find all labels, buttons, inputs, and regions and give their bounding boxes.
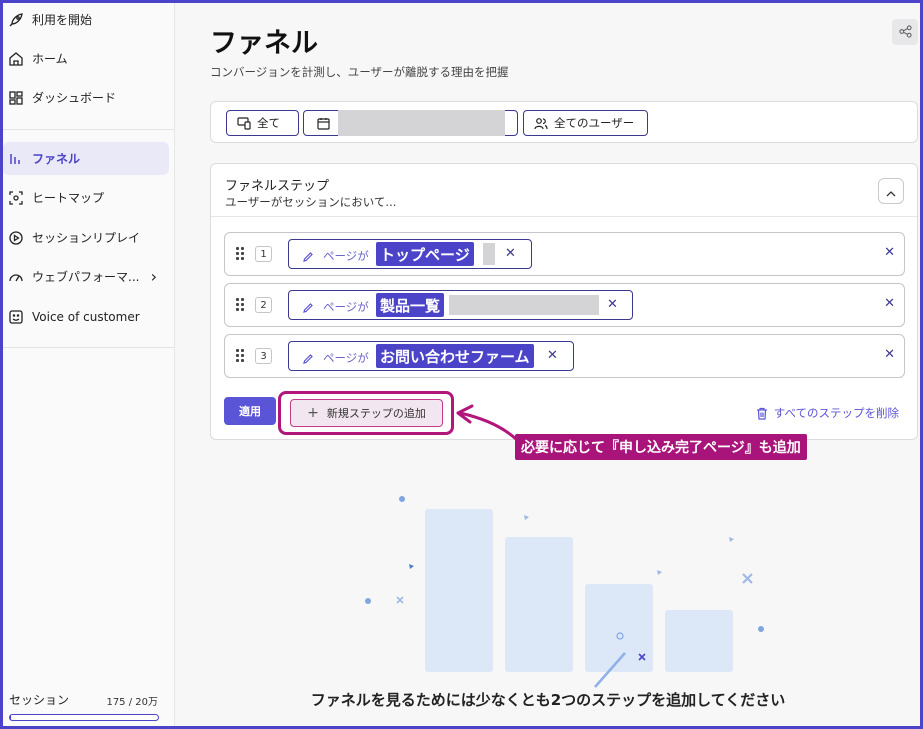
sidebar-item-label: ヒートマップ xyxy=(32,191,105,205)
rocket-icon xyxy=(7,11,25,29)
dashboard-icon xyxy=(7,89,25,107)
sidebar-item-label: ダッシュボード xyxy=(32,91,117,105)
sidebar-divider xyxy=(3,129,174,130)
sidebar-item-get-started[interactable]: 利用を開始 xyxy=(3,3,169,36)
sidebar-item-web-performance[interactable]: ウェブパフォーマ... › xyxy=(3,260,169,293)
gauge-icon xyxy=(7,268,25,286)
sidebar-item-home[interactable]: ホーム xyxy=(3,42,169,75)
sidebar-item-label: セッションリプレイ xyxy=(32,231,141,245)
main-content: ファネル コンバージョンを計測し、ユーザーが離脱する理由を把握 全て 全てのユー… xyxy=(176,3,920,726)
heatmap-icon xyxy=(7,189,25,207)
session-label: セッション xyxy=(9,693,70,707)
home-icon xyxy=(7,50,25,68)
sidebar-item-voice-of-customer[interactable]: Voice of customer xyxy=(3,300,169,333)
session-progress-fill xyxy=(10,715,12,720)
sidebar-item-session-replay[interactable]: セッションリプレイ xyxy=(3,221,169,254)
sidebar: 利用を開始 ホーム ダッシュボード ファネル ヒートマップ セッションリプレイ … xyxy=(3,3,175,726)
chevron-right-icon[interactable]: › xyxy=(151,267,157,286)
sidebar-item-label: ファネル xyxy=(32,152,81,166)
sidebar-divider xyxy=(3,347,174,348)
play-icon xyxy=(7,229,25,247)
sidebar-item-label: ウェブパフォーマ... xyxy=(32,270,140,284)
session-progress-bar xyxy=(9,714,159,721)
sidebar-item-heatmap[interactable]: ヒートマップ xyxy=(3,181,169,214)
app-window: 利用を開始 ホーム ダッシュボード ファネル ヒートマップ セッションリプレイ … xyxy=(0,0,923,729)
annotation-callout: 必要に応じて『申し込み完了ページ』も追加 xyxy=(515,434,807,460)
annotation-arrow xyxy=(456,404,518,441)
sidebar-item-label: ホーム xyxy=(32,52,68,66)
sidebar-item-label: Voice of customer xyxy=(32,309,140,324)
smile-icon xyxy=(7,308,25,326)
empty-state-message: ファネルを見るためには少なくとも2つのステップを追加してください xyxy=(310,691,786,709)
sidebar-item-label: 利用を開始 xyxy=(32,13,93,27)
sidebar-item-funnel[interactable]: ファネル xyxy=(3,142,169,175)
sidebar-item-dashboard[interactable]: ダッシュボード xyxy=(3,81,169,114)
session-count: 175 / 20万 xyxy=(106,697,158,708)
funnel-icon xyxy=(7,150,25,168)
